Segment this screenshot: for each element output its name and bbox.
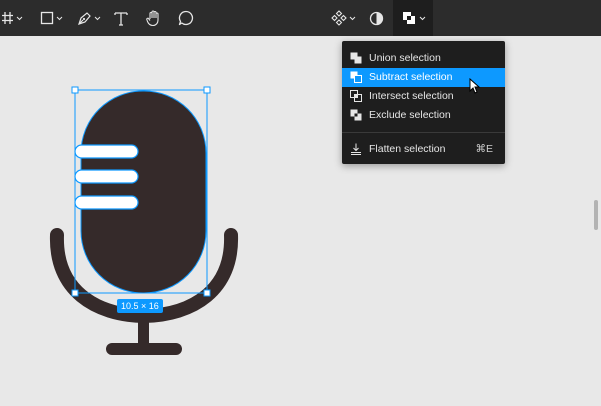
mic-stem [138, 312, 149, 346]
mic-grill-line [74, 169, 139, 184]
boolean-operations-menu: Union selection Subtract selection Inter… [342, 41, 505, 164]
vertical-scrollbar[interactable] [594, 200, 598, 230]
mic-grill-line [74, 144, 139, 159]
menu-item-exclude[interactable]: Exclude selection [342, 106, 505, 125]
menu-item-label: Intersect selection [369, 90, 454, 102]
menu-divider [342, 132, 505, 133]
selection-handle [71, 86, 79, 94]
microphone-illustration[interactable] [0, 0, 601, 406]
menu-item-label: Exclude selection [369, 109, 451, 121]
menu-item-label: Flatten selection [369, 143, 446, 155]
shortcut-label: ⌘E [475, 143, 493, 155]
mouse-cursor-icon [469, 78, 481, 94]
menu-item-label: Union selection [369, 52, 441, 64]
menu-item-union[interactable]: Union selection [342, 49, 505, 68]
exclude-icon [350, 109, 362, 121]
mic-grill-line [74, 195, 139, 210]
menu-item-flatten[interactable]: Flatten selection ⌘E [342, 140, 505, 159]
selection-handle [71, 289, 79, 297]
selection-handle [203, 289, 211, 297]
menu-item-label: Subtract selection [369, 71, 453, 83]
selection-handle [203, 86, 211, 94]
selection-size-label: 10.5 × 16 [117, 299, 163, 313]
mic-body [80, 90, 207, 294]
subtract-icon [350, 71, 362, 83]
mic-base [106, 343, 182, 355]
flatten-icon [351, 143, 361, 155]
intersect-icon [350, 90, 362, 102]
union-icon [350, 52, 362, 64]
